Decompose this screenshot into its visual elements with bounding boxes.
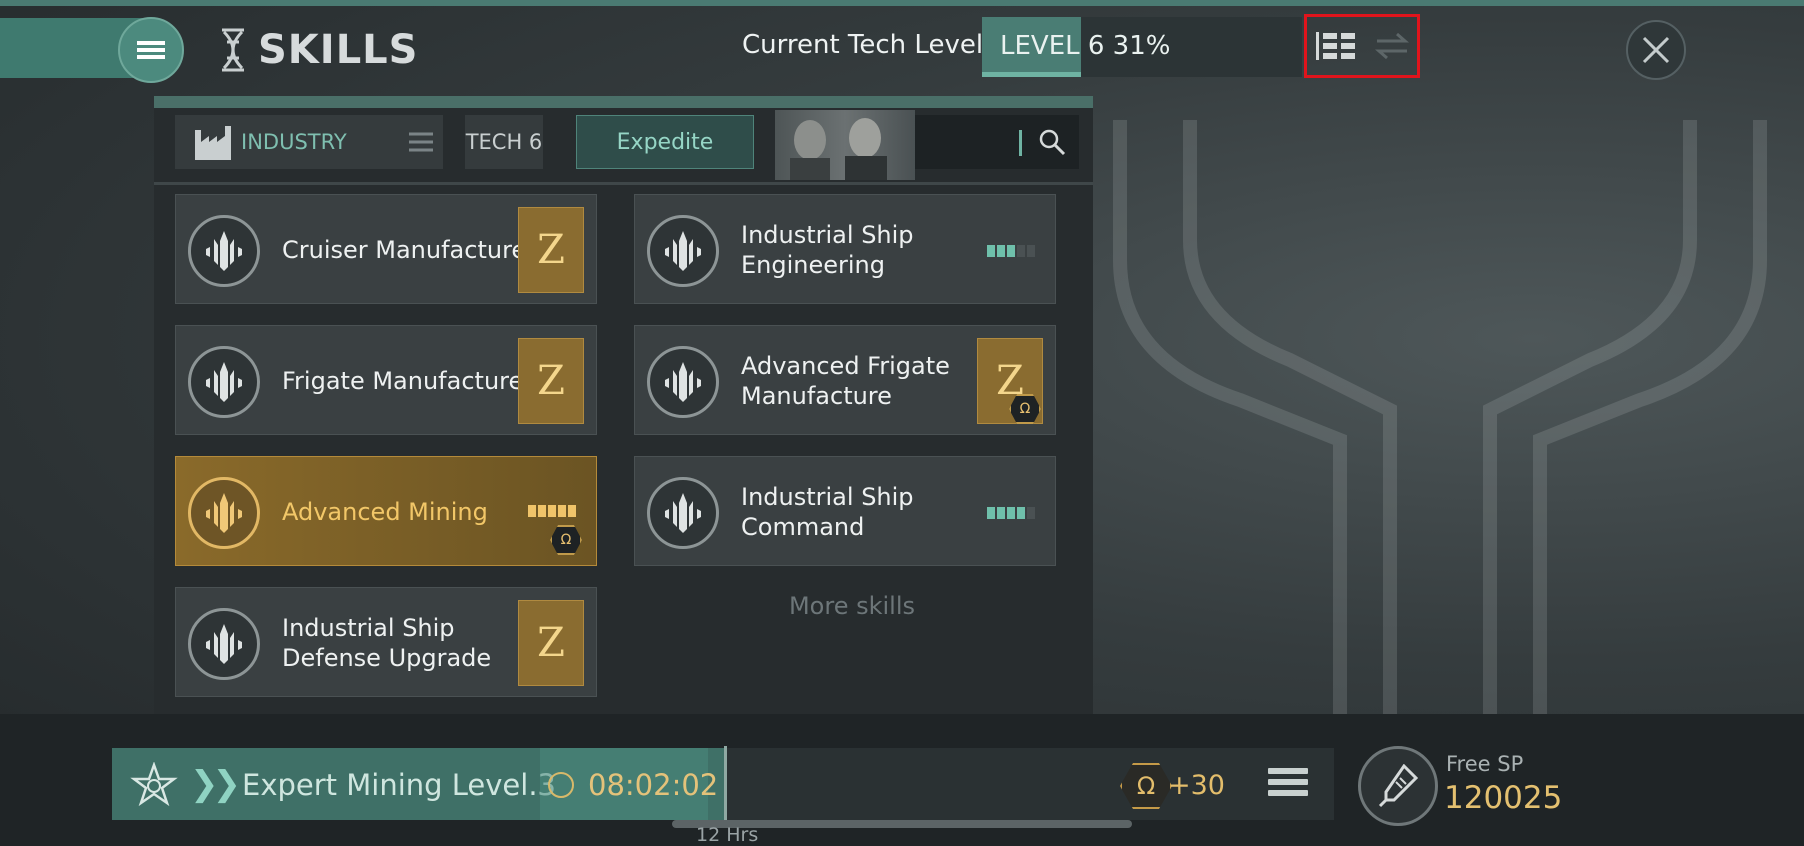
level-pip bbox=[1027, 507, 1035, 519]
ship-icon bbox=[647, 346, 719, 418]
page-title-group: SKILLS bbox=[218, 22, 418, 78]
list-view-icon bbox=[1315, 32, 1355, 60]
skill-card[interactable]: Frigate Manufacture Z bbox=[175, 325, 597, 435]
ship-icon bbox=[188, 215, 260, 287]
skill-name-line: Command bbox=[741, 513, 865, 541]
queue-skill-name: Expert Mining Level.3 bbox=[242, 768, 556, 802]
close-icon bbox=[1642, 36, 1670, 64]
skill-level-pips bbox=[987, 245, 1035, 257]
skill-card[interactable]: Industrial Ship Command bbox=[634, 456, 1056, 566]
skill-book-badge: Z bbox=[518, 207, 584, 293]
skill-name-line: Advanced Mining bbox=[282, 498, 488, 526]
level-pip bbox=[1027, 245, 1035, 257]
more-skills-link[interactable]: More skills bbox=[634, 592, 1070, 620]
skill-star-icon bbox=[126, 758, 182, 814]
main-menu-button[interactable] bbox=[118, 17, 184, 83]
queue-time-marker bbox=[724, 746, 727, 824]
expedite-button[interactable]: Expedite bbox=[576, 115, 754, 169]
queue-timer: 08:02:02 bbox=[588, 768, 719, 802]
tech-level-fill-line bbox=[982, 72, 1081, 77]
timeline-scale-label: 12 Hrs bbox=[696, 824, 759, 846]
skill-card[interactable]: Industrial Ship Defense Upgrade Z bbox=[175, 587, 597, 697]
skill-name-line: Industrial Ship bbox=[741, 221, 914, 249]
level-pip bbox=[1017, 245, 1025, 257]
skill-name: Industrial Ship Command bbox=[741, 482, 914, 542]
skill-name: Cruiser Manufacture bbox=[282, 235, 526, 265]
tech-filter[interactable]: TECH 6 bbox=[465, 115, 543, 169]
skill-card[interactable]: Industrial Ship Engineering bbox=[634, 194, 1056, 304]
skill-card[interactable]: Cruiser Manufacture Z bbox=[175, 194, 597, 304]
ship-icon bbox=[188, 608, 260, 680]
skill-name-line: Defense Upgrade bbox=[282, 644, 492, 672]
skill-name: Frigate Manufacture bbox=[282, 366, 523, 396]
free-sp-value: 120025 bbox=[1444, 780, 1563, 816]
tech-level-label: Current Tech Level bbox=[742, 30, 984, 60]
top-accent-strip bbox=[0, 0, 1804, 6]
search-caret bbox=[1019, 130, 1022, 156]
level-pip bbox=[528, 505, 536, 517]
level-pip bbox=[1017, 507, 1025, 519]
panel-top-border bbox=[154, 96, 1093, 108]
level-pip bbox=[548, 505, 556, 517]
skill-name-line: Engineering bbox=[741, 251, 885, 279]
swap-arrows-icon bbox=[1374, 32, 1409, 60]
tech-level-text: LEVEL 6 31% bbox=[1000, 31, 1171, 61]
skill-name: Industrial Ship Defense Upgrade bbox=[282, 613, 491, 673]
skill-name-line: Industrial Ship bbox=[282, 614, 455, 642]
portrait-icon bbox=[790, 118, 887, 180]
chevron-right-icon: ❯❯ bbox=[190, 764, 241, 804]
ship-icon bbox=[647, 215, 719, 287]
category-dropdown[interactable]: INDUSTRY bbox=[175, 115, 443, 169]
level-pip bbox=[538, 505, 546, 517]
ship-icon bbox=[647, 477, 719, 549]
skill-card[interactable]: Advanced Frigate Manufacture Z Ω bbox=[634, 325, 1056, 435]
view-toggle-button[interactable] bbox=[1304, 14, 1420, 78]
category-label: INDUSTRY bbox=[241, 130, 347, 154]
filter-divider bbox=[154, 182, 1093, 185]
omega-icon: Ω bbox=[550, 525, 582, 555]
ship-icon bbox=[188, 477, 260, 549]
page-title: SKILLS bbox=[258, 27, 419, 73]
search-button[interactable] bbox=[1025, 115, 1079, 169]
omega-bonus: +30 bbox=[1168, 770, 1225, 801]
hamburger-icon bbox=[137, 38, 165, 62]
level-pip bbox=[987, 245, 995, 257]
level-pip bbox=[558, 505, 566, 517]
skill-name: Industrial Ship Engineering bbox=[741, 220, 914, 280]
level-pip bbox=[997, 245, 1005, 257]
factory-icon bbox=[195, 126, 231, 160]
skill-book-badge: Z bbox=[518, 338, 584, 424]
level-pip bbox=[1007, 507, 1015, 519]
level-pip bbox=[568, 505, 576, 517]
close-button[interactable] bbox=[1626, 20, 1686, 80]
skill-book-badge: Z bbox=[518, 600, 584, 686]
skill-injector-icon bbox=[1358, 746, 1438, 826]
level-pip bbox=[997, 507, 1005, 519]
ship-icon bbox=[188, 346, 260, 418]
skill-name-line: Cruiser Manufacture bbox=[282, 236, 527, 264]
free-sp-label: Free SP bbox=[1446, 752, 1524, 776]
level-pip bbox=[1007, 245, 1015, 257]
clock-icon bbox=[548, 772, 574, 798]
level-pip bbox=[987, 507, 995, 519]
queue-menu-button[interactable] bbox=[1268, 768, 1308, 804]
skill-name: Advanced Frigate Manufacture bbox=[741, 351, 950, 411]
tech-level-bar: LEVEL 6 31% bbox=[982, 17, 1302, 77]
skill-name-line: Advanced Frigate bbox=[741, 352, 950, 380]
list-icon bbox=[409, 132, 433, 152]
skill-card[interactable]: Advanced Mining Ω bbox=[175, 456, 597, 566]
skill-name-line: Industrial Ship bbox=[741, 483, 914, 511]
skill-level-pips bbox=[987, 507, 1035, 519]
skill-level-pips bbox=[528, 505, 576, 517]
background-emblem bbox=[1113, 120, 1767, 720]
skill-name-line: Frigate Manufacture bbox=[282, 367, 524, 395]
search-icon bbox=[1039, 129, 1066, 156]
dna-icon bbox=[222, 28, 244, 72]
skill-name-line: Manufacture bbox=[741, 382, 892, 410]
portraits-banner bbox=[775, 110, 915, 180]
skill-name: Advanced Mining bbox=[282, 497, 488, 527]
